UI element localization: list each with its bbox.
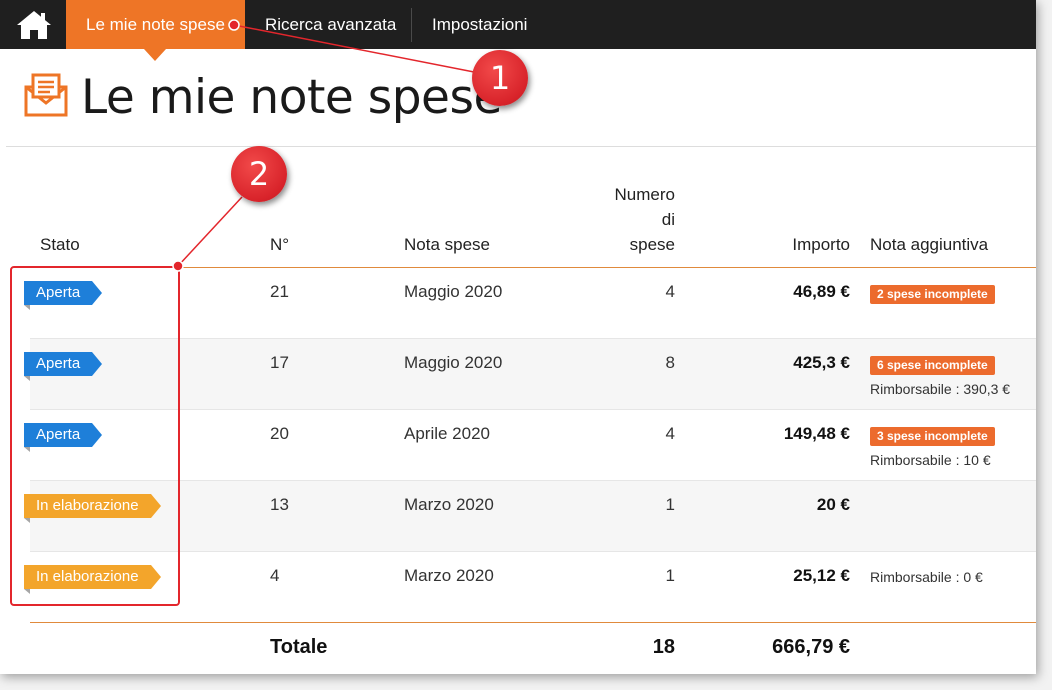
app-window: Le mie note spese Ricerca avanzata Impos… [0,0,1036,674]
annotation-lines [172,19,475,272]
callout-2: 2 [231,146,287,202]
callout-1: 1 [472,50,528,106]
